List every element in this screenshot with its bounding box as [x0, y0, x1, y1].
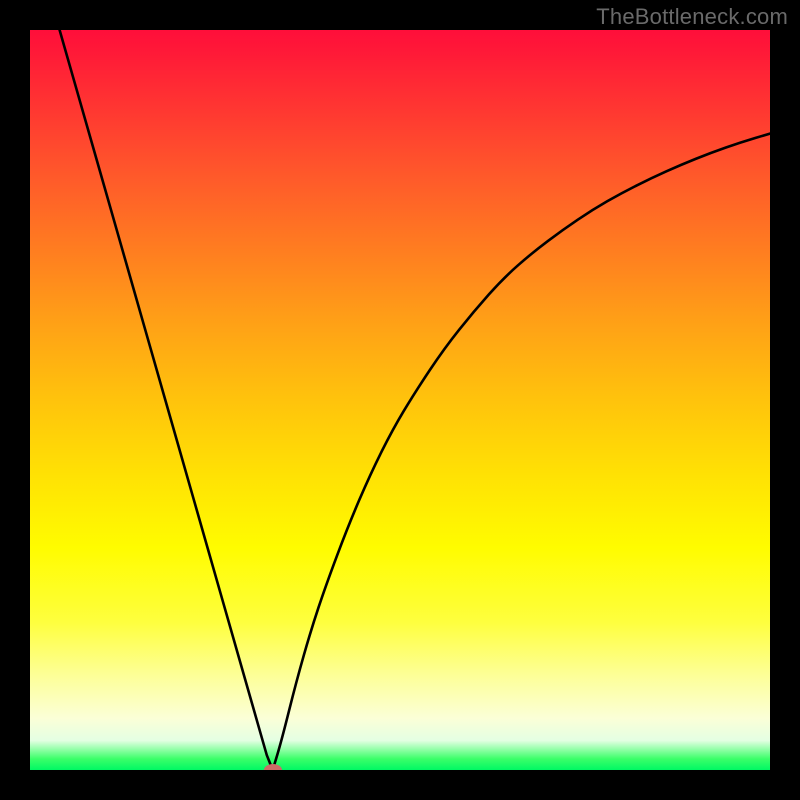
bottleneck-curve — [30, 30, 770, 770]
chart-frame: TheBottleneck.com — [0, 0, 800, 800]
plot-area — [30, 30, 770, 770]
minimum-marker-dot — [264, 764, 282, 770]
watermark-text: TheBottleneck.com — [596, 4, 788, 30]
